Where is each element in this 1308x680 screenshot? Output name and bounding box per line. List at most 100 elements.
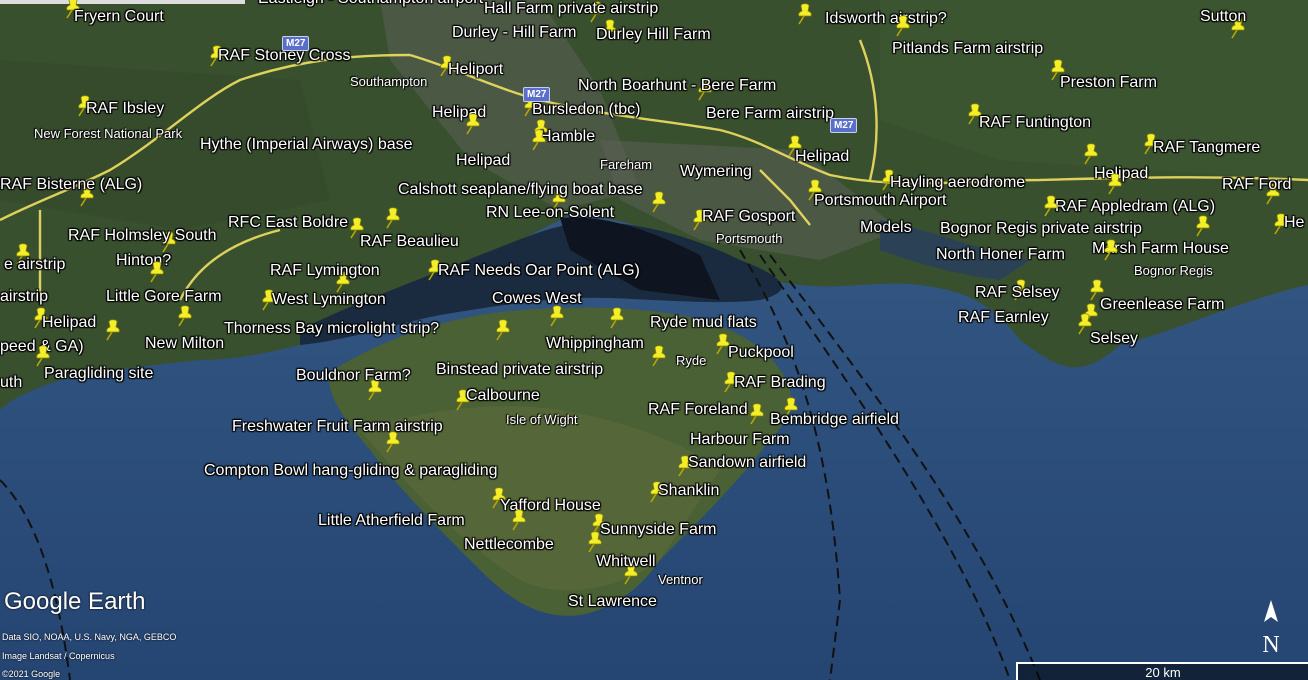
place-label-wymering[interactable]: Wymering [680,163,752,181]
map-pin-icon[interactable] [529,128,549,152]
place-label-calshott[interactable]: Calshott seaplane/flying boat base [398,181,643,199]
place-label-airstrip-left2[interactable]: airstrip [0,288,48,306]
map-view[interactable]: Fryern Court Eastleigh - Southampton airp… [0,0,1308,680]
place-label-airstrip-left1[interactable]: e airstrip [4,256,65,274]
place-label-raf-appledram[interactable]: RAF Appledram (ALG) [1055,198,1215,216]
map-pin-icon[interactable] [463,112,483,136]
place-label-raf-ford[interactable]: RAF Ford [1222,176,1291,194]
place-label-raf-lymington[interactable]: RAF Lymington [270,262,380,280]
place-label-raf-ibsley[interactable]: RAF Ibsley [86,100,164,118]
place-label-little-atherfield[interactable]: Little Atherfield Farm [318,512,465,530]
place-label-fryern-court[interactable]: Fryern Court [74,8,164,26]
place-label-raf-beaulieu[interactable]: RAF Beaulieu [360,233,459,251]
map-pin-icon[interactable] [103,318,123,342]
place-label-paragliding-site[interactable]: Paragliding site [44,365,153,383]
town-label-new-forest: New Forest National Park [34,126,183,141]
place-label-ryde-mud-flats[interactable]: Ryde mud flats [650,314,757,332]
place-label-bere-farm[interactable]: Bere Farm airstrip [706,105,834,123]
place-label-heliport[interactable]: Heliport [448,61,503,79]
place-label-raf-funtington[interactable]: RAF Funtington [979,114,1091,132]
place-label-portsmouth-airport[interactable]: Portsmouth Airport [814,192,947,210]
map-pin-icon[interactable] [795,2,815,26]
place-label-rlmp-southampton[interactable]: Eastleigh - Southampton airport [258,0,483,8]
place-label-raf-gosport[interactable]: RAF Gosport [702,208,795,226]
place-label-durley-hill-farm-a[interactable]: Durley - Hill Farm [452,24,576,42]
place-label-idsworth[interactable]: Idsworth airstrip? [825,10,947,28]
map-pin-icon[interactable] [383,206,403,230]
place-label-new-milton[interactable]: New Milton [145,335,224,353]
place-label-preston-farm[interactable]: Preston Farm [1060,74,1157,92]
place-label-puckpool[interactable]: Puckpool [728,344,794,362]
place-label-sandown[interactable]: Sandown airfield [688,454,806,472]
place-label-cowes-west[interactable]: Cowes West [492,290,582,308]
map-pin-icon[interactable] [1193,214,1213,238]
road-shield-m27: M27 [282,36,310,51]
map-pin-icon[interactable] [649,344,669,368]
place-label-raf-foreland[interactable]: RAF Foreland [648,401,748,419]
road-shield-m27: M27 [523,87,551,102]
place-label-hayling[interactable]: Hayling aerodrome [890,174,1025,192]
place-label-harbour-farm[interactable]: Harbour Farm [690,431,790,449]
place-label-helipad-2[interactable]: Helipad [795,148,849,166]
place-label-calbourne[interactable]: Calbourne [466,387,540,405]
place-label-binstead[interactable]: Binstead private airstrip [436,361,603,379]
place-label-raf-selsey[interactable]: RAF Selsey [975,284,1059,302]
place-label-bouldnor[interactable]: Bouldnor Farm? [296,367,411,385]
place-label-freshwater[interactable]: Freshwater Fruit Farm airstrip [232,418,443,436]
place-label-bembridge[interactable]: Bembridge airfield [770,411,899,429]
place-label-north-honer[interactable]: North Honer Farm [936,246,1065,264]
place-label-raf-tangmere[interactable]: RAF Tangmere [1153,139,1260,157]
place-label-rn-lee[interactable]: RN Lee-on-Solent [486,204,614,222]
place-label-thorness[interactable]: Thorness Bay microlight strip? [224,320,439,338]
place-label-raf-earnley[interactable]: RAF Earnley [958,309,1049,327]
place-label-st-lawrence[interactable]: St Lawrence [568,593,657,611]
map-pin-icon[interactable] [649,190,669,214]
map-pin-icon[interactable] [1105,172,1125,196]
google-earth-logo: Google Earth [4,588,146,615]
place-label-north-boarhunt[interactable]: North Boarhunt - Bere Farm [578,77,776,95]
map-pin-icon[interactable] [607,306,627,330]
north-arrow-icon[interactable]: N [1258,598,1284,658]
place-label-sutton[interactable]: Sutton [1200,8,1246,26]
place-label-hythe[interactable]: Hythe (Imperial Airways) base [200,136,413,154]
map-pin-icon[interactable] [1041,194,1061,218]
place-label-helipad-3[interactable]: Helipad [456,152,510,170]
place-label-helipad-5[interactable]: Helipad [42,314,96,332]
place-label-models[interactable]: Models [860,219,912,237]
place-label-whippingham[interactable]: Whippingham [546,335,644,353]
place-label-nettlecombe[interactable]: Nettlecombe [464,536,554,554]
place-label-greenlease[interactable]: Greenlease Farm [1100,296,1225,314]
place-label-raf-holmsley[interactable]: RAF Holmsley South [68,227,217,245]
place-label-uth[interactable]: uth [0,374,22,392]
map-pin-icon[interactable] [747,402,767,426]
place-label-rfc-east-boldre[interactable]: RFC East Boldre [228,214,348,232]
place-label-bursledon[interactable]: Bursledon (tbc) [532,101,641,119]
map-pin-icon[interactable] [147,260,167,284]
place-label-little-gore[interactable]: Little Gore Farm [106,288,222,306]
place-label-sunnyside[interactable]: Sunnyside Farm [600,521,717,539]
town-label-portsmouth: Portsmouth [716,231,783,246]
town-label-ventnor: Ventnor [658,572,703,587]
place-label-whitwell[interactable]: Whitwell [596,553,656,571]
place-label-he[interactable]: He [1284,214,1304,232]
place-label-bognor-regis-strip[interactable]: Bognor Regis private airstrip [940,220,1142,238]
place-label-pitlands[interactable]: Pitlands Farm airstrip [892,40,1043,58]
map-pin-icon[interactable] [1101,238,1121,262]
place-label-west-lymington[interactable]: West Lymington [272,291,386,309]
place-label-hall-farm[interactable]: Hall Farm private airstrip [484,0,658,18]
map-pin-icon[interactable] [893,14,913,38]
north-label: N [1262,632,1279,658]
map-pin-icon[interactable] [175,304,195,328]
map-pin-icon[interactable] [1081,142,1101,166]
map-pin-icon[interactable] [547,304,567,328]
place-label-compton-bowl[interactable]: Compton Bowl hang-gliding & paragliding [204,462,498,480]
place-label-shanklin[interactable]: Shanklin [658,482,719,500]
map-pin-icon[interactable] [493,318,513,342]
map-pin-icon[interactable] [585,530,605,554]
place-label-selsey[interactable]: Selsey [1090,330,1138,348]
map-pin-icon[interactable] [509,508,529,532]
place-label-raf-brading[interactable]: RAF Brading [734,374,826,392]
place-label-raf-bisterne[interactable]: RAF Bisterne (ALG) [0,176,142,194]
place-label-raf-needs-oar[interactable]: RAF Needs Oar Point (ALG) [438,262,640,280]
place-label-durley-hill-farm-b[interactable]: Durley Hill Farm [596,26,711,44]
